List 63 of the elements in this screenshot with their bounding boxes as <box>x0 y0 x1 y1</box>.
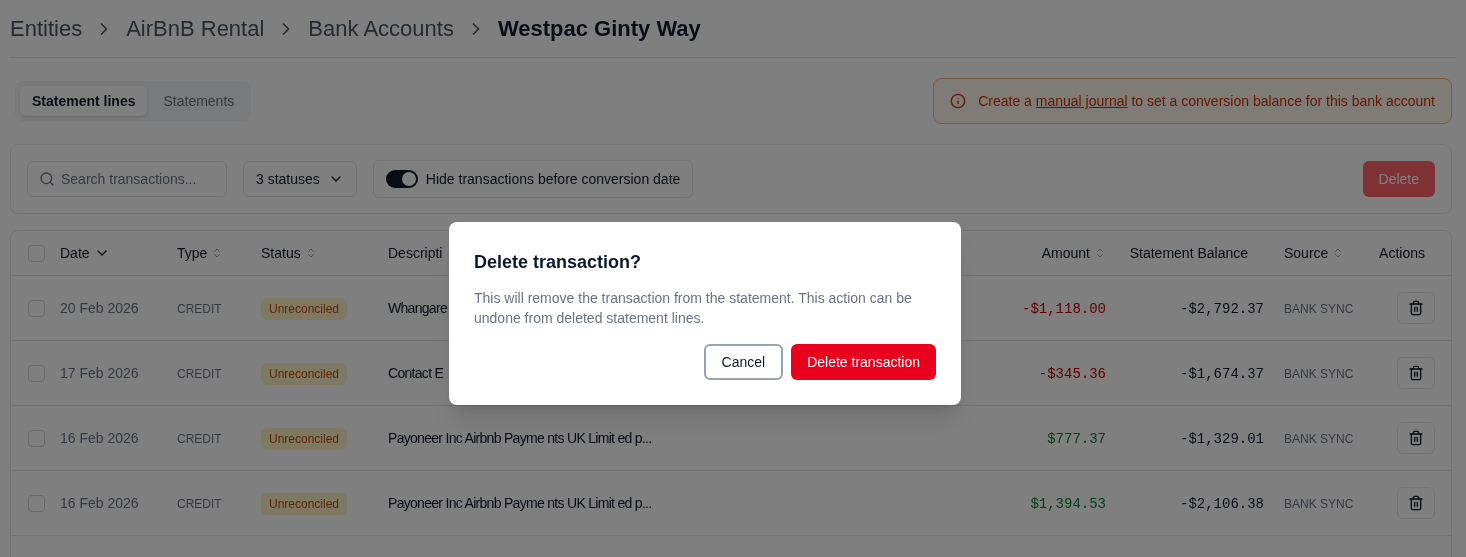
delete-row-button[interactable] <box>1397 357 1435 389</box>
delete-row-button[interactable] <box>1397 487 1435 519</box>
amount-cell: $1,394.53 <box>1030 495 1106 512</box>
source-cell: BANK SYNC <box>1284 367 1354 381</box>
source-cell: BANK SYNC <box>1284 302 1354 316</box>
amount-cell: -$1,118.00 <box>1022 300 1106 317</box>
breadcrumb-link[interactable]: AirBnB Rental <box>126 12 265 45</box>
column-header[interactable]: Status <box>261 243 301 263</box>
status-dropdown[interactable]: 3 statuses <box>243 161 357 197</box>
status-badge: Unreconciled <box>261 298 348 320</box>
toggle-label: Hide transactions before conversion date <box>425 170 681 189</box>
date-cell: 17 Feb 2026 <box>60 365 139 381</box>
info-icon <box>950 93 967 109</box>
trash-icon <box>1408 430 1424 446</box>
balance-cell: -$1,674.37 <box>1180 365 1264 382</box>
toggle-switch[interactable] <box>385 170 418 188</box>
tab[interactable]: Statements <box>151 86 247 116</box>
date-cell: 16 Feb 2026 <box>60 430 139 446</box>
status-badge: Unreconciled <box>261 493 348 515</box>
delete-row-button[interactable] <box>1397 292 1435 324</box>
amount-cell: $777.37 <box>1047 430 1106 447</box>
search-field[interactable]: Search transactions... <box>27 161 227 197</box>
amount-cell: -$345.36 <box>1038 365 1106 382</box>
balance-cell: -$1,329.01 <box>1180 430 1264 447</box>
breadcrumb-link[interactable]: Bank Accounts <box>308 12 454 45</box>
column-header[interactable]: Amount <box>1041 243 1090 263</box>
cancel-button[interactable]: Cancel <box>703 344 784 380</box>
type-cell: CREDIT <box>177 302 222 316</box>
column-header[interactable]: Source <box>1284 243 1329 263</box>
type-cell: CREDIT <box>177 497 222 511</box>
tab[interactable]: Statement lines <box>20 86 148 116</box>
breadcrumb-link[interactable]: Entities <box>10 12 83 45</box>
column-header[interactable]: Descripti <box>388 243 443 263</box>
notice-text: Create a manual journal to set a conversion balance for this bank account <box>978 92 1435 111</box>
description-cell: Contact E <box>388 365 444 381</box>
dialog-title: Delete transaction? <box>474 251 643 274</box>
trash-icon <box>1408 365 1424 381</box>
trash-icon <box>1408 495 1424 511</box>
delete-row-button[interactable] <box>1397 422 1435 454</box>
search-icon <box>39 171 55 187</box>
column-header[interactable]: Date <box>60 243 90 263</box>
dialog-message: This will remove the transaction from the statement. This action can be undone from deleted statement lines. <box>474 289 913 328</box>
date-cell: 20 Feb 2026 <box>60 300 139 316</box>
description-cell: Payoneer Inc Airbnb Payme nts UK Limit ed p... <box>388 495 652 511</box>
source-cell: BANK SYNC <box>1284 432 1354 446</box>
date-cell: 16 Feb 2026 <box>60 495 139 511</box>
column-header[interactable]: Type <box>177 243 208 263</box>
trash-icon <box>1408 300 1424 316</box>
status-badge: Unreconciled <box>261 363 348 385</box>
toggle-control[interactable]: Hide transactions before conversion date <box>372 160 694 198</box>
delete-transaction-button[interactable]: Delete transaction <box>791 344 936 380</box>
source-cell: BANK SYNC <box>1284 497 1354 511</box>
balance-cell: -$2,106.38 <box>1180 495 1264 512</box>
description-cell: Payoneer Inc Airbnb Payme nts UK Limit ed p... <box>388 430 652 446</box>
status-badge: Unreconciled <box>261 428 348 450</box>
column-header[interactable]: Statement Balance <box>1129 243 1248 263</box>
manual-journal-link[interactable]: manual journal <box>1035 93 1128 109</box>
column-header[interactable]: Actions <box>1379 243 1425 263</box>
type-cell: CREDIT <box>177 432 222 446</box>
breadcrumb-current: Westpac Ginty Way <box>497 15 701 43</box>
description-cell: Whangare <box>388 300 447 316</box>
type-cell: CREDIT <box>177 367 222 381</box>
balance-cell: -$2,792.37 <box>1180 300 1264 317</box>
